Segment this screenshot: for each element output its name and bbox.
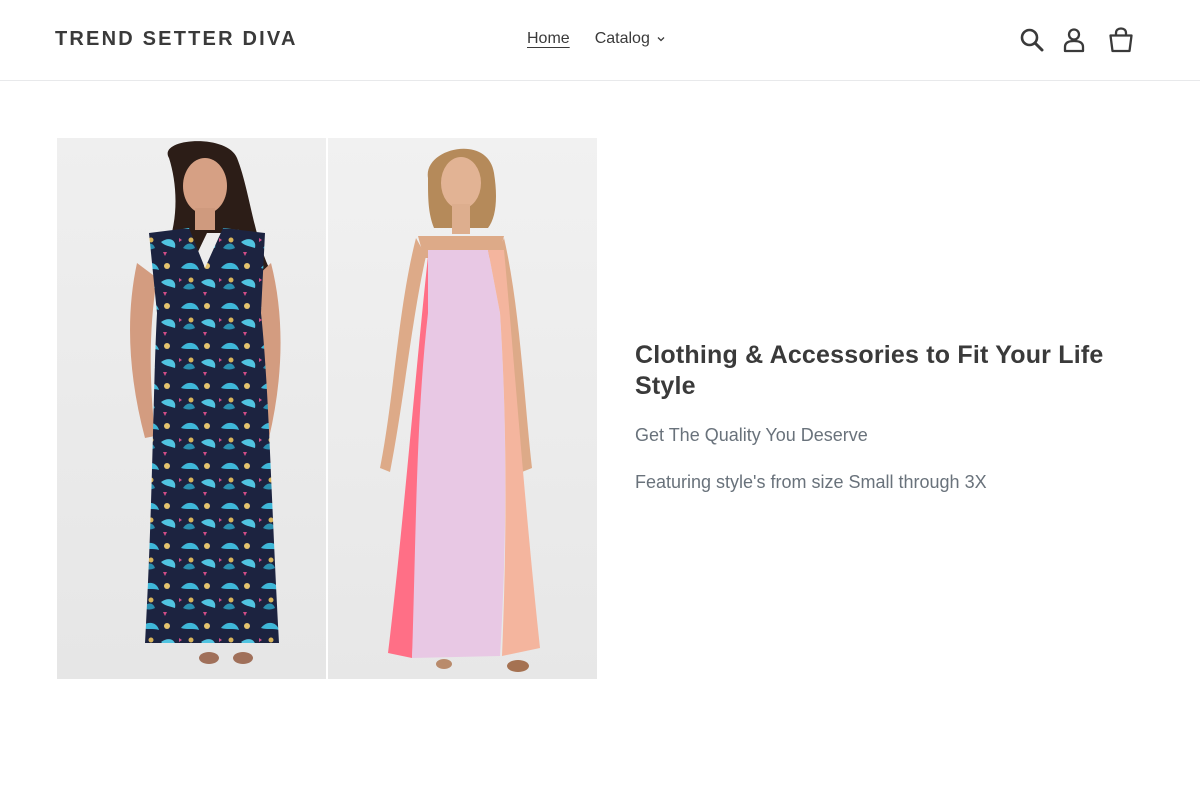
header-icons	[1018, 26, 1138, 56]
floral-dress-illustration	[57, 138, 326, 679]
site-header: TREND SETTER DIVA Home Catalog	[0, 0, 1200, 81]
hero-copy: Clothing & Accessories to Fit Your Life …	[635, 340, 1145, 493]
colorblock-dress-photo	[328, 138, 597, 679]
floral-dress-photo	[57, 138, 326, 679]
hero-heading: Clothing & Accessories to Fit Your Life …	[635, 341, 1104, 400]
site-logo[interactable]: TREND SETTER DIVA	[55, 28, 298, 51]
hero-subtext-2: Featuring style's from size Small throug…	[635, 472, 987, 492]
colorblock-dress-illustration	[328, 138, 597, 679]
nav-item-home[interactable]: Home	[527, 30, 570, 48]
chevron-down-icon	[657, 37, 665, 42]
nav-item-catalog-label: Catalog	[594, 30, 650, 47]
account-icon[interactable]	[1060, 26, 1088, 54]
search-icon[interactable]	[1018, 26, 1046, 54]
hero-image	[57, 138, 598, 679]
main-nav: Home Catalog	[527, 30, 666, 48]
nav-item-catalog[interactable]: Catalog	[595, 30, 666, 48]
hero-subtext-1: Get The Quality You Deserve	[635, 425, 868, 445]
cart-icon[interactable]	[1107, 26, 1135, 54]
